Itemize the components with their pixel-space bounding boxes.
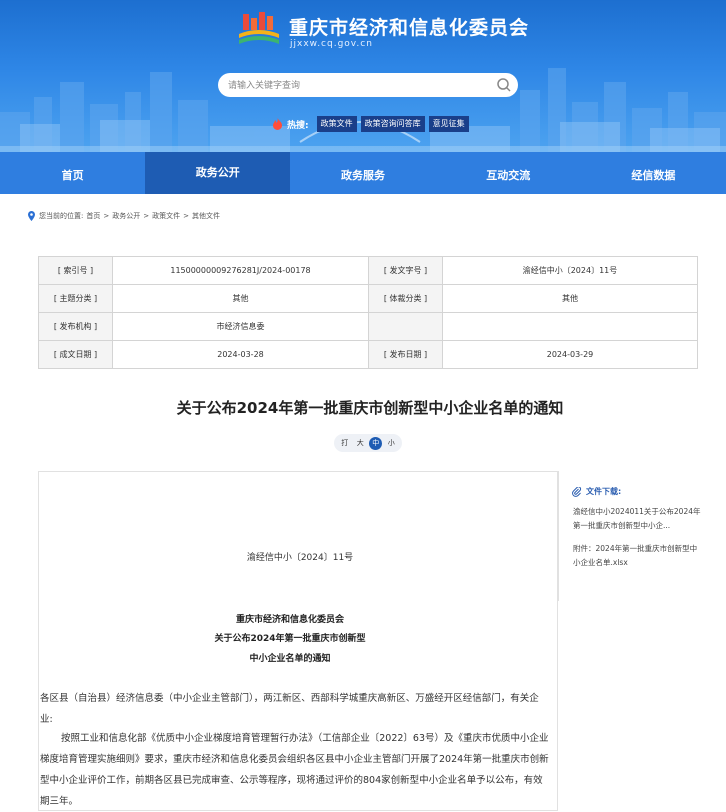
font-size-switcher: 打 大 中 小 <box>334 434 402 452</box>
table-row: [ 索引号 ] 11500000009276281J/2024-00178 [ … <box>38 256 698 285</box>
nav-services[interactable]: 政务服务 <box>290 152 435 194</box>
font-large-button[interactable]: 大 <box>354 437 367 450</box>
search-input[interactable] <box>228 76 488 94</box>
download-file-link[interactable]: 附件：2024年第一批重庆市创新型中小企业名单.xlsx <box>573 542 703 570</box>
published-label: [ 发布日期 ] <box>368 340 443 369</box>
breadcrumb-item-policy[interactable]: 政策文件 <box>152 211 180 221</box>
article-heading-line1: 重庆市经济和信息化委员会 <box>235 615 344 625</box>
article-doc-no: 渝经信中小〔2024〕11号 <box>246 553 354 563</box>
site-domain: jjxxw.cq.gov.cn <box>290 39 373 49</box>
font-small-button[interactable]: 小 <box>385 437 398 450</box>
print-button[interactable]: 打 <box>338 437 351 450</box>
search-icon[interactable] <box>495 76 513 94</box>
hot-tag-policy-files[interactable]: 政策文件 <box>316 116 357 132</box>
breadcrumb-item-home[interactable]: 首页 <box>86 211 100 221</box>
location-icon <box>28 211 35 221</box>
genre-label: [ 体裁分类 ] <box>368 284 443 313</box>
issuer-label: [ 发布机构 ] <box>38 312 113 341</box>
article-heading-line3: 中小企业名单的通知 <box>249 654 331 664</box>
created-value: 2024-03-28 <box>112 340 369 369</box>
font-medium-button[interactable]: 中 <box>369 436 383 450</box>
index-no-value: 11500000009276281J/2024-00178 <box>112 256 369 285</box>
site-header: 重庆市经济和信息化委员会 jjxxw.cq.gov.cn 热搜: 政策文件 政策… <box>0 0 726 152</box>
doc-no-label: [ 发文字号 ] <box>368 256 443 285</box>
empty-cell <box>368 312 443 341</box>
logo-icon <box>239 12 279 44</box>
table-row: [ 主题分类 ] 其他 [ 体裁分类 ] 其他 <box>38 284 698 313</box>
topic-value: 其他 <box>112 284 369 313</box>
document-info-table: [ 索引号 ] 11500000009276281J/2024-00178 [ … <box>38 256 698 369</box>
breadcrumb-separator: > <box>183 212 189 220</box>
nav-home[interactable]: 首页 <box>0 152 145 194</box>
hot-search: 热搜: 政策文件 政策咨询问答库 意见征集 <box>272 116 469 132</box>
issuer-value: 市经济信息委 <box>112 312 369 341</box>
hot-tag-policy-qa[interactable]: 政策咨询问答库 <box>360 116 425 132</box>
breadcrumb-prefix: 您当前的位置: <box>39 212 84 220</box>
article-title: 关于公布2024年第一批重庆市创新型中小企业名单的通知 <box>176 399 564 417</box>
breadcrumb: 您当前的位置: 首页 > 政务公开 > 政策文件 > 其他文件 <box>27 209 220 223</box>
hot-tag-opinion[interactable]: 意见征集 <box>428 116 469 132</box>
breadcrumb-separator: > <box>143 212 150 220</box>
city-skyline-illustration <box>0 68 726 152</box>
article-paragraph: 各区县（自治县）经济信息委（中小企业主管部门），两江新区、西部科学城重庆高新区、… <box>40 693 539 725</box>
genre-value: 其他 <box>442 284 698 313</box>
nav-data[interactable]: 经信数据 <box>581 152 726 194</box>
download-heading: 文件下载: <box>572 486 621 497</box>
download-file-link[interactable]: 渝经信中小2024011关于公布2024年第一批重庆市创新型中小企... <box>573 505 703 533</box>
table-row: [ 发布机构 ] 市经济信息委 <box>38 312 698 341</box>
article-paragraph: 按照工业和信息化部《优质中小企业梯度培育管理暂行办法》（工信部企业〔2022〕6… <box>40 733 549 807</box>
index-no-label: [ 索引号 ] <box>38 256 113 285</box>
site-title: 重庆市经济和信息化委员会 <box>289 17 530 39</box>
fire-icon <box>273 118 282 130</box>
table-row: [ 成文日期 ] 2024-03-28 [ 发布日期 ] 2024-03-29 <box>38 340 698 369</box>
doc-no-value: 渝经信中小〔2024〕11号 <box>442 256 698 285</box>
main-nav: 首页 政务公开 政务服务 互动交流 经信数据 <box>0 152 726 194</box>
breadcrumb-separator: > <box>103 212 110 220</box>
nav-interaction[interactable]: 互动交流 <box>436 152 581 194</box>
empty-cell <box>442 312 698 341</box>
published-value: 2024-03-29 <box>442 340 698 369</box>
sidebar-divider <box>558 471 559 601</box>
breadcrumb-item-gov[interactable]: 政务公开 <box>112 211 140 221</box>
search-bar <box>218 73 518 97</box>
breadcrumb-item-other[interactable]: 其他文件 <box>192 211 220 221</box>
nav-government-affairs[interactable]: 政务公开 <box>145 152 291 194</box>
article-heading-line2: 关于公布2024年第一批重庆市创新型 <box>214 634 366 644</box>
created-label: [ 成文日期 ] <box>38 340 113 369</box>
hot-label: 热搜: <box>287 120 309 131</box>
topic-label: [ 主题分类 ] <box>38 284 113 313</box>
download-heading-label: 文件下载: <box>586 487 622 496</box>
paperclip-icon <box>572 486 582 497</box>
